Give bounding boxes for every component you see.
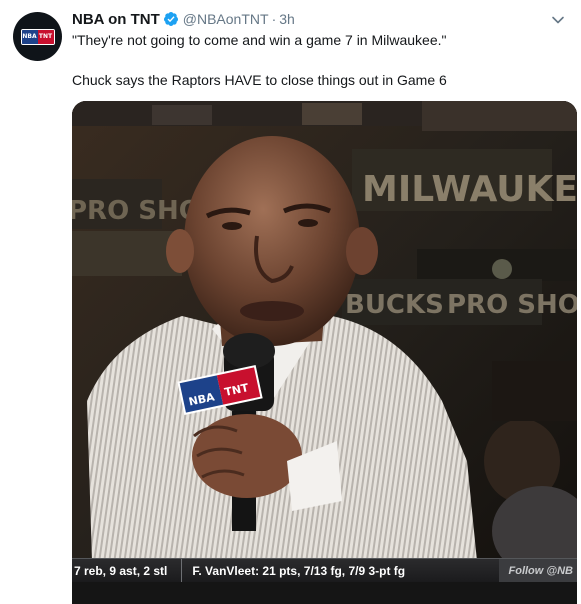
tweet-video[interactable]: MILWAUKEE PRO SHOP BUCKS PRO SHOP: [72, 101, 577, 604]
verified-badge-icon: [163, 11, 179, 27]
handle[interactable]: @NBAonTNT: [183, 11, 269, 27]
ticker-left-stat: 7 reb, 9 ast, 2 stl: [74, 563, 168, 578]
tweet-text-line-2: Chuck says the Raptors HAVE to close thi…: [72, 72, 447, 88]
separator-dot: ·: [271, 11, 277, 27]
logo-left-text: NBA: [21, 29, 38, 44]
sign-bucks: BUCKS: [345, 290, 444, 320]
avatar[interactable]: NBA TNT: [13, 12, 62, 61]
tweet-text-line-1: "They're not going to come and win a gam…: [72, 32, 447, 48]
timestamp[interactable]: 3h: [279, 11, 295, 27]
ticker-divider: [181, 558, 183, 583]
video-bottom-bar: [72, 582, 577, 604]
sign-milwaukee: MILWAUKEE: [362, 169, 577, 210]
ticker-right-stat: F. VanVleet: 21 pts, 7/13 fg, 7/9 3-pt f…: [192, 563, 406, 578]
sign-pro-shop: PRO SHOP: [447, 290, 577, 320]
tweet[interactable]: NBA TNT NBA on TNT @NBAonTNT · 3h "They'…: [0, 0, 581, 604]
video-frame: MILWAUKEE PRO SHOP BUCKS PRO SHOP: [72, 101, 577, 604]
tweet-header: NBA on TNT @NBAonTNT · 3h: [72, 9, 295, 29]
score-ticker: 7 reb, 9 ast, 2 stl F. VanVleet: 21 pts,…: [72, 558, 577, 583]
chevron-down-icon[interactable]: [548, 10, 568, 30]
logo-right-text: TNT: [37, 29, 54, 44]
ticker-follow-text: Follow @NB: [498, 559, 577, 582]
nba-tnt-logo: NBA TNT: [20, 28, 55, 45]
display-name[interactable]: NBA on TNT: [72, 11, 160, 28]
